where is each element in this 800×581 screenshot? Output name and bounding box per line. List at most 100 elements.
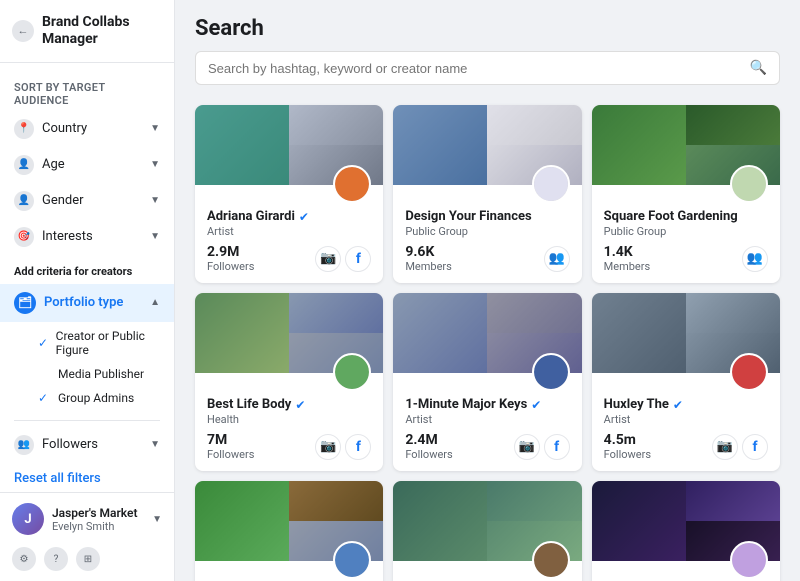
card-name-row: Square Foot Gardening xyxy=(604,209,768,224)
search-input[interactable] xyxy=(208,61,742,76)
instagram-icon[interactable]: 📷 xyxy=(712,434,738,460)
avatar-img xyxy=(732,167,766,201)
search-icon: 🔍 xyxy=(750,60,767,76)
chevron-down-icon: ▼ xyxy=(150,195,160,206)
sidebar-content: Sort by target audience 📍 Country ▼ 👤 Ag… xyxy=(0,63,174,492)
card-image-left xyxy=(195,105,289,185)
card-image-rt xyxy=(487,481,581,521)
avatar-img xyxy=(335,543,369,577)
sub-item-media[interactable]: ✓ Media Publisher xyxy=(0,362,174,386)
card-type: Health xyxy=(207,413,371,426)
facebook-icon[interactable]: f xyxy=(742,434,768,460)
group-platform-icon[interactable]: 👥 xyxy=(544,246,570,272)
card-body: 1-Minute Major Keys ✔ Artist 2.4M Follow… xyxy=(393,379,581,471)
facebook-icon[interactable]: f xyxy=(345,246,371,272)
card-1-minute-major-keys[interactable]: 1-Minute Major Keys ✔ Artist 2.4M Follow… xyxy=(393,293,581,471)
back-button[interactable]: ← xyxy=(12,20,34,42)
sub-item-group[interactable]: ✓ Group Admins xyxy=(0,386,174,410)
card-images xyxy=(195,293,383,373)
footer-icon-row: ⚙ ? ⊞ xyxy=(12,547,162,571)
card-huxley-the[interactable]: Huxley The ✔ Artist 4.5m Followers 📷f xyxy=(592,293,780,471)
help-icon[interactable]: ? xyxy=(44,547,68,571)
card-images xyxy=(592,481,780,561)
footer-chevron-icon[interactable]: ▼ xyxy=(152,514,162,525)
filter-gender[interactable]: 👤 Gender ▼ xyxy=(0,183,174,219)
instagram-icon[interactable]: 📷 xyxy=(315,246,341,272)
card-image-left xyxy=(393,105,487,185)
gender-icon: 👤 xyxy=(14,191,34,211)
card-image-left xyxy=(393,293,487,373)
card-adriana-girardi[interactable]: Adriana Girardi ✔ Artist 2.9M Followers … xyxy=(195,105,383,283)
card-tyler-the-plant-wrangler[interactable]: Tyler the Plant Wrangler Home & Garden 1… xyxy=(393,481,581,581)
facebook-icon[interactable]: f xyxy=(345,434,371,460)
facebook-icon[interactable]: f xyxy=(544,434,570,460)
avatar-img xyxy=(534,355,568,389)
filter-age[interactable]: 👤 Age ▼ xyxy=(0,147,174,183)
avatar-img xyxy=(732,543,766,577)
verified-badge: ✔ xyxy=(299,210,309,224)
card-image-rt xyxy=(686,481,780,521)
location-icon: 📍 xyxy=(14,119,34,139)
card-avatar xyxy=(730,353,768,391)
card-count: 7M xyxy=(207,432,254,448)
card-image-left xyxy=(195,481,289,561)
settings-icon[interactable]: ⚙ xyxy=(12,547,36,571)
avatar-img xyxy=(335,167,369,201)
instagram-icon[interactable]: 📷 xyxy=(315,434,341,460)
chevron-up-icon: ▲ xyxy=(150,297,160,308)
card-square-foot-gardening[interactable]: Square Foot Gardening Public Group 1.4K … xyxy=(592,105,780,283)
card-type: Artist xyxy=(604,413,768,426)
card-stats: 7M Followers 📷f xyxy=(207,432,371,461)
instagram-icon[interactable]: 📷 xyxy=(514,434,540,460)
card-name-row: Huxley The ✔ xyxy=(604,397,768,412)
group-platform-icon[interactable]: 👥 xyxy=(742,246,768,272)
card-name: Adriana Girardi xyxy=(207,209,295,224)
check-icon-group: ✓ xyxy=(38,391,52,405)
card-type: Public Group xyxy=(405,225,569,238)
portfolio-type-filter[interactable]: 🗂 Portfolio type ▲ xyxy=(0,284,174,322)
card-body: Square Foot Gardening Public Group 1.4K … xyxy=(592,191,780,283)
portfolio-type-label: Portfolio type xyxy=(44,295,123,310)
card-best-life-body[interactable]: Best Life Body ✔ Health 7M Followers 📷f xyxy=(195,293,383,471)
card-images xyxy=(195,481,383,561)
card-body: Huxley The ✔ Artist 4.5m Followers 📷f xyxy=(592,379,780,471)
avatar-img xyxy=(732,355,766,389)
card-body: Adriana Girardi ✔ Artist 2.9M Followers … xyxy=(195,191,383,283)
filter-interests-label: Interests xyxy=(42,229,93,244)
filter-country-label: Country xyxy=(42,121,87,136)
card-design-your-finances[interactable]: Design Your Finances Public Group 9.6K M… xyxy=(393,105,581,283)
card-end-of-the-bench[interactable]: End of the Bench ✔ Sports 2.9M Followers… xyxy=(195,481,383,581)
card-type: Artist xyxy=(207,225,371,238)
card-image-rt xyxy=(289,293,383,333)
card-count-label: Followers xyxy=(207,260,254,273)
card-name-row: Design Your Finances xyxy=(405,209,569,224)
filter-country[interactable]: 📍 Country ▼ xyxy=(0,111,174,147)
verified-badge: ✔ xyxy=(295,398,305,412)
main-content: Search 🔍 Adriana Girardi ✔ Artist xyxy=(175,0,800,581)
card-image-left xyxy=(592,293,686,373)
sub-item-creator[interactable]: ✓ Creator or Public Figure xyxy=(0,324,174,362)
card-image-rt xyxy=(289,105,383,145)
card-images xyxy=(592,105,780,185)
grid-icon[interactable]: ⊞ xyxy=(76,547,100,571)
card-image-left xyxy=(393,481,487,561)
card-count: 2.4M xyxy=(405,432,452,448)
card-name: Huxley The xyxy=(604,397,669,412)
chevron-down-icon: ▼ xyxy=(150,123,160,134)
chevron-down-icon: ▼ xyxy=(150,439,160,450)
avatar-img xyxy=(534,167,568,201)
card-count-label: Followers xyxy=(207,448,254,461)
card-name: Best Life Body xyxy=(207,397,291,412)
card-image-rt xyxy=(289,481,383,521)
filter-interests[interactable]: 🎯 Interests ▼ xyxy=(0,219,174,255)
card-name-row: 1-Minute Major Keys ✔ xyxy=(405,397,569,412)
avatar-img xyxy=(534,543,568,577)
reset-filters-link[interactable]: Reset all filters xyxy=(0,463,174,492)
filter-followers[interactable]: 👥 Followers ▼ xyxy=(0,427,174,463)
filter-followers-label: Followers xyxy=(42,437,98,452)
card-count-label: Members xyxy=(604,260,651,273)
card-stats: 1.4K Members 👥 xyxy=(604,244,768,273)
sidebar: ← Brand Collabs Manager Sort by target a… xyxy=(0,0,175,581)
card-dj-full-house[interactable]: DJ Full House Musician 600K Followers 📷 xyxy=(592,481,780,581)
card-count-label: Followers xyxy=(604,448,651,461)
